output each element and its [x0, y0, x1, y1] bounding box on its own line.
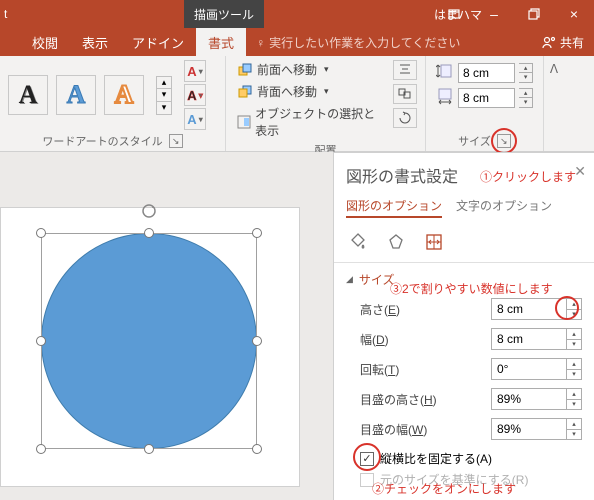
pane-rotation-label: 回転(T): [360, 361, 491, 378]
text-effects-button[interactable]: A: [184, 108, 206, 130]
send-backward-button[interactable]: 背面へ移動▾: [234, 82, 385, 101]
callout-1: ①クリックします: [480, 168, 576, 185]
align-button[interactable]: [393, 60, 417, 80]
tell-me-input[interactable]: ♀実行したい作業を入力してください: [256, 34, 542, 51]
bring-forward-button[interactable]: 前面へ移動▾: [234, 60, 385, 79]
tab-view[interactable]: 表示: [70, 28, 120, 56]
pane-tab-shape-options[interactable]: 図形のオプション: [346, 197, 442, 218]
tab-addin[interactable]: アドイン: [120, 28, 196, 56]
wordart-style-3[interactable]: A: [104, 75, 144, 115]
ribbon: A A A ▴ ▾ ▾ A A A ワードアートのスタイル ↘ 前: [0, 56, 594, 152]
group-wordart-label: ワードアートのスタイル: [42, 133, 162, 149]
send-backward-label: 背面へ移動: [257, 83, 317, 100]
ribbon-width-input[interactable]: 8 cm: [458, 88, 515, 108]
resize-handle-nw[interactable]: [36, 228, 46, 238]
rotate-handle[interactable]: [141, 203, 157, 219]
slide-canvas[interactable]: [0, 152, 333, 500]
wordart-gallery-more-icon[interactable]: ▾: [156, 102, 172, 115]
tell-me-placeholder: 実行したい作業を入力してください: [269, 36, 460, 50]
resize-handle-e[interactable]: [252, 336, 262, 346]
selection-pane-icon: [237, 114, 251, 130]
slide[interactable]: [0, 207, 300, 487]
annotation-circle-2: [353, 443, 381, 471]
wordart-style-2[interactable]: A: [56, 75, 96, 115]
selection-box: [41, 233, 257, 449]
pane-rotation-spinner[interactable]: ▴▾: [567, 358, 582, 380]
text-fill-button[interactable]: A: [184, 60, 206, 82]
pane-scale-width-spinner[interactable]: ▴▾: [567, 418, 582, 440]
resize-handle-w[interactable]: [36, 336, 46, 346]
resize-handle-se[interactable]: [252, 444, 262, 454]
text-outline-button[interactable]: A: [184, 84, 206, 106]
pane-rotation-input[interactable]: 0°: [491, 358, 567, 380]
callout-2: ②チェックをオンにします: [372, 480, 516, 497]
ribbon-height-spinner[interactable]: ▴▾: [519, 63, 533, 83]
pane-scale-height-spinner[interactable]: ▴▾: [567, 388, 582, 410]
resize-handle-sw[interactable]: [36, 444, 46, 454]
selected-shape[interactable]: [41, 233, 257, 449]
width-icon: [436, 87, 454, 108]
tab-format[interactable]: 書式: [196, 28, 246, 56]
wordart-scroll-down-icon[interactable]: ▾: [156, 89, 172, 102]
wordart-launcher-icon[interactable]: ↘: [169, 134, 183, 148]
wordart-scroll-up-icon[interactable]: ▴: [156, 76, 172, 89]
height-icon: [436, 62, 454, 83]
annotation-circle-3: [555, 296, 579, 320]
resize-handle-n[interactable]: [144, 228, 154, 238]
size-properties-icon[interactable]: [422, 230, 446, 254]
resize-handle-s[interactable]: [144, 444, 154, 454]
selection-pane-label: オブジェクトの選択と表示: [255, 105, 382, 139]
ribbon-display-icon[interactable]: [434, 0, 474, 28]
pane-scale-height-input[interactable]: 89%: [491, 388, 567, 410]
selection-pane-button[interactable]: オブジェクトの選択と表示: [234, 104, 385, 140]
size-launcher-icon[interactable]: ↘: [497, 134, 511, 148]
pane-height-label: 高さ(E): [360, 301, 491, 318]
title-suffix: t: [0, 7, 170, 21]
share-button[interactable]: 共有: [542, 34, 584, 51]
collapse-ribbon-icon[interactable]: ᐱ: [544, 56, 564, 151]
fill-line-icon[interactable]: [346, 230, 370, 254]
pane-tab-text-options[interactable]: 文字のオプション: [456, 197, 552, 218]
pane-width-spinner[interactable]: ▴▾: [567, 328, 582, 350]
resize-handle-ne[interactable]: [252, 228, 262, 238]
minimize-button[interactable]: –: [474, 0, 514, 28]
format-shape-pane: 図形の書式設定 ✕ 図形のオプション 文字のオプション サイズ 高さ(E) 8 …: [333, 152, 594, 500]
ribbon-tabs: 校閲 表示 アドイン 書式 ♀実行したい作業を入力してください 共有: [0, 28, 594, 56]
pane-width-label: 幅(D): [360, 331, 491, 348]
tab-review[interactable]: 校閲: [20, 28, 70, 56]
lock-aspect-label: 縦横比を固定する(A): [380, 450, 492, 467]
bring-forward-icon: [237, 62, 253, 78]
group-objects-button[interactable]: [393, 84, 417, 104]
contextual-tool-tab: 描画ツール: [184, 0, 264, 28]
send-backward-icon: [237, 84, 253, 100]
close-button[interactable]: ×: [554, 0, 594, 28]
pane-scale-height-label: 目盛の高さ(H): [360, 391, 491, 408]
title-bar: t 描画ツール はまハマ – ×: [0, 0, 594, 28]
rotate-button[interactable]: [393, 108, 417, 128]
wordart-style-1[interactable]: A: [8, 75, 48, 115]
pane-width-input[interactable]: 8 cm: [491, 328, 567, 350]
pane-close-button[interactable]: ✕: [574, 163, 586, 180]
ribbon-height-input[interactable]: 8 cm: [458, 63, 515, 83]
pane-scale-width-label: 目盛の幅(W): [360, 421, 491, 438]
pane-scale-width-input[interactable]: 89%: [491, 418, 567, 440]
callout-3: ③2で割りやすい数値にします: [390, 280, 553, 297]
restore-button[interactable]: [514, 0, 554, 28]
share-label: 共有: [560, 34, 584, 51]
effects-icon[interactable]: [384, 230, 408, 254]
annotation-circle-1: [491, 128, 517, 154]
ribbon-width-spinner[interactable]: ▴▾: [519, 88, 533, 108]
bring-forward-label: 前面へ移動: [257, 61, 317, 78]
group-size-label: サイズ: [458, 133, 491, 149]
